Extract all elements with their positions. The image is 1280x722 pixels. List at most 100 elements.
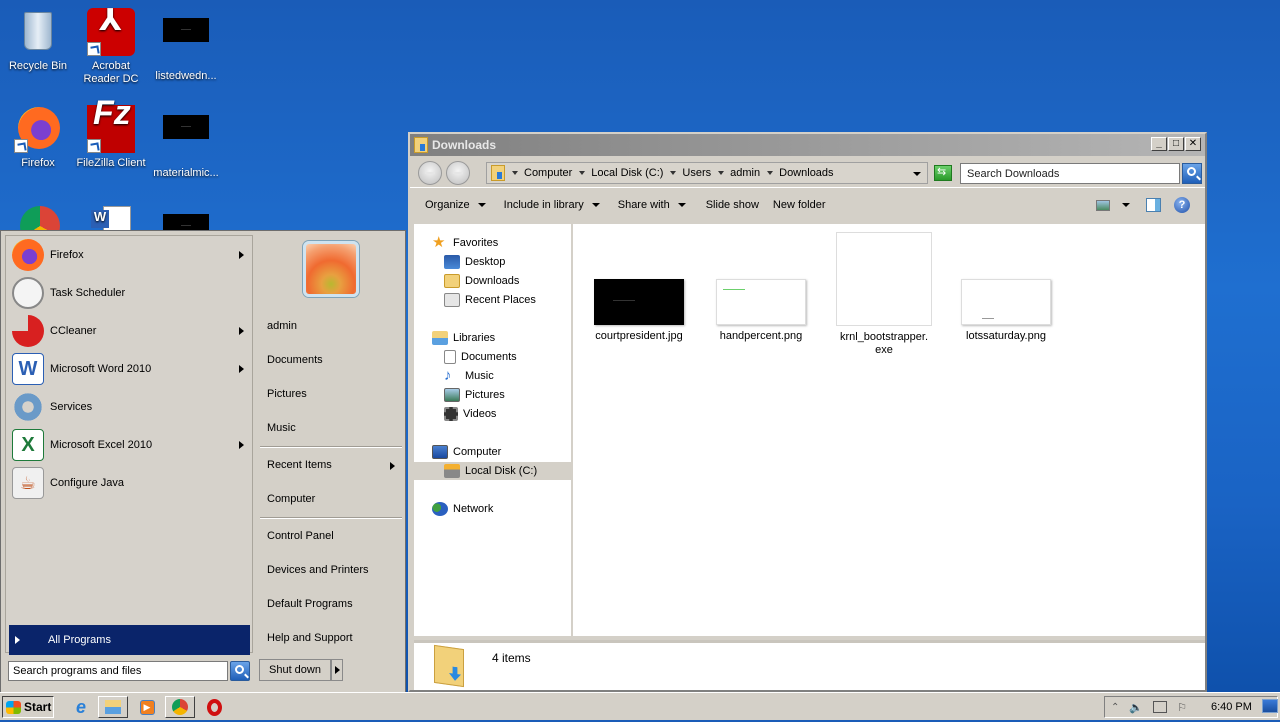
chevron-down-icon[interactable] [767, 171, 774, 175]
desktop-icon-materialmic[interactable]: materialmic... [148, 105, 224, 180]
start-program-task-scheduler[interactable]: Task Scheduler [6, 274, 252, 312]
taskbar-file-explorer[interactable] [98, 696, 128, 718]
search-button[interactable] [1182, 163, 1202, 184]
start-menu-programs: Firefox Task Scheduler CCleaner W Micros… [5, 235, 253, 653]
view-options-dropdown[interactable] [1122, 203, 1130, 207]
start-place-computer[interactable]: Computer [267, 493, 315, 505]
start-program-word[interactable]: W Microsoft Word 2010 [6, 350, 252, 388]
nav-network[interactable]: Network [432, 500, 493, 518]
start-place-recent-items[interactable]: Recent Items [267, 459, 395, 471]
desktop-icon-firefox[interactable]: Firefox [0, 105, 76, 170]
start-place-control-panel[interactable]: Control Panel [267, 530, 334, 542]
back-button[interactable] [418, 161, 442, 185]
breadcrumb-computer[interactable]: Computer [524, 167, 591, 179]
search-downloads-input[interactable]: Search Downloads [960, 163, 1180, 184]
chevron-down-icon[interactable] [512, 171, 518, 175]
start-place-help-support[interactable]: Help and Support [267, 632, 353, 644]
file-item-handpercent[interactable]: handpercent.png [706, 279, 816, 343]
start-place-music[interactable]: Music [267, 422, 296, 434]
pictures-icon [444, 388, 460, 402]
filezilla-icon: Fz [87, 96, 135, 153]
minimize-button[interactable]: _ [1151, 137, 1167, 151]
start-search-input[interactable]: Search programs and files [8, 661, 228, 681]
start-menu-places: admin Documents Pictures Music Recent It… [255, 231, 405, 655]
desktop-icon-filezilla[interactable]: Fz FileZilla Client [73, 96, 149, 170]
close-button[interactable]: ✕ [1185, 137, 1201, 151]
show-desktop-button[interactable] [1262, 699, 1278, 713]
start-program-ccleaner[interactable]: CCleaner [6, 312, 252, 350]
include-in-library-button[interactable]: Include in library [504, 199, 600, 211]
address-bar[interactable]: Computer Local Disk (C:) Users admin Dow… [486, 162, 928, 184]
nav-videos[interactable]: Videos [444, 405, 496, 423]
chevron-down-icon [591, 203, 600, 207]
image-thumbnail [961, 279, 1051, 325]
taskbar-media-player[interactable]: ▶ [132, 696, 162, 718]
start-place-admin[interactable]: admin [267, 320, 297, 332]
nav-music[interactable]: ♪ Music [444, 367, 494, 385]
new-folder-button[interactable]: New folder [773, 199, 826, 211]
start-place-devices-printers[interactable]: Devices and Printers [267, 564, 369, 576]
address-history-dropdown[interactable] [913, 172, 921, 176]
nav-local-disk[interactable]: Local Disk (C:) [414, 462, 571, 480]
start-program-services[interactable]: Services [6, 388, 252, 426]
desktop-icon-listedwedn[interactable]: listedwedn... [148, 8, 224, 83]
image-file-icon [162, 115, 210, 163]
desktop-icon-recycle-bin[interactable]: Recycle Bin [0, 8, 76, 73]
breadcrumb-local-disk[interactable]: Local Disk (C:) [591, 167, 682, 179]
breadcrumb-admin[interactable]: admin [730, 167, 779, 179]
opera-icon [206, 698, 222, 716]
nav-libraries[interactable]: Libraries [432, 329, 495, 347]
help-icon[interactable]: ? [1174, 197, 1190, 213]
desktop-icon-acrobat[interactable]: ⅄ Acrobat Reader DC [73, 6, 149, 86]
nav-favorites[interactable]: ★ Favorites [432, 234, 498, 252]
file-item-lotssaturday[interactable]: lotssaturday.png [951, 279, 1061, 343]
start-place-documents[interactable]: Documents [267, 354, 323, 366]
volume-icon[interactable]: 🔈 [1129, 701, 1143, 714]
slide-show-button[interactable]: Slide show [706, 199, 759, 211]
share-with-button[interactable]: Share with [618, 199, 686, 211]
shutdown-button[interactable]: Shut down [259, 659, 331, 681]
chevron-down-icon[interactable] [718, 171, 725, 175]
maximize-button[interactable]: □ [1168, 137, 1184, 151]
preview-pane-icon[interactable] [1146, 198, 1161, 212]
nav-recent-places[interactable]: Recent Places [444, 291, 536, 309]
show-hidden-icons-button[interactable]: ⌃ [1111, 702, 1119, 713]
start-button[interactable]: Start [2, 696, 54, 718]
nav-pictures[interactable]: Pictures [444, 386, 505, 404]
chevron-down-icon[interactable] [579, 171, 586, 175]
nav-computer[interactable]: Computer [432, 443, 501, 461]
file-item-krnl-bootstrapper[interactable]: krnl_bootstrapper. exe [829, 232, 939, 357]
forward-button[interactable] [446, 161, 470, 185]
change-view-icon[interactable] [1096, 200, 1110, 211]
start-search-button[interactable] [230, 661, 250, 681]
nav-desktop[interactable]: Desktop [444, 253, 505, 271]
organize-button[interactable]: Organize [425, 199, 486, 211]
start-program-java[interactable]: ☕ Configure Java [6, 464, 252, 502]
chevron-down-icon[interactable] [670, 171, 677, 175]
nav-downloads[interactable]: Downloads [444, 272, 519, 290]
start-program-excel[interactable]: X Microsoft Excel 2010 [6, 426, 252, 464]
network-status-icon[interactable] [1153, 701, 1168, 713]
action-center-flag-icon[interactable]: ⚐ [1177, 701, 1187, 714]
title-bar[interactable]: Downloads _ □ ✕ [410, 134, 1205, 156]
taskbar-internet-explorer[interactable]: e [66, 696, 96, 718]
user-avatar[interactable] [303, 241, 359, 297]
all-programs-button[interactable]: All Programs [9, 625, 250, 655]
clock[interactable]: 6:40 PM [1211, 701, 1252, 713]
start-place-pictures[interactable]: Pictures [267, 388, 307, 400]
java-icon: ☕ [12, 467, 44, 499]
start-place-default-programs[interactable]: Default Programs [267, 598, 353, 610]
start-program-firefox[interactable]: Firefox [6, 236, 252, 274]
shutdown-options-button[interactable] [331, 659, 343, 681]
gears-icon [12, 391, 44, 423]
taskbar-chrome[interactable] [165, 696, 195, 718]
breadcrumb-downloads[interactable]: Downloads [779, 167, 833, 179]
word-icon: W [12, 353, 44, 385]
file-list: courtpresident.jpg handpercent.png krnl_… [573, 224, 1205, 636]
explorer-window: Downloads _ □ ✕ Computer Local Disk (C:)… [408, 132, 1207, 692]
refresh-button[interactable] [934, 165, 952, 181]
nav-documents[interactable]: Documents [444, 348, 517, 366]
file-item-courtpresident[interactable]: courtpresident.jpg [584, 279, 694, 343]
breadcrumb-users[interactable]: Users [682, 167, 730, 179]
taskbar-opera[interactable] [199, 696, 229, 718]
